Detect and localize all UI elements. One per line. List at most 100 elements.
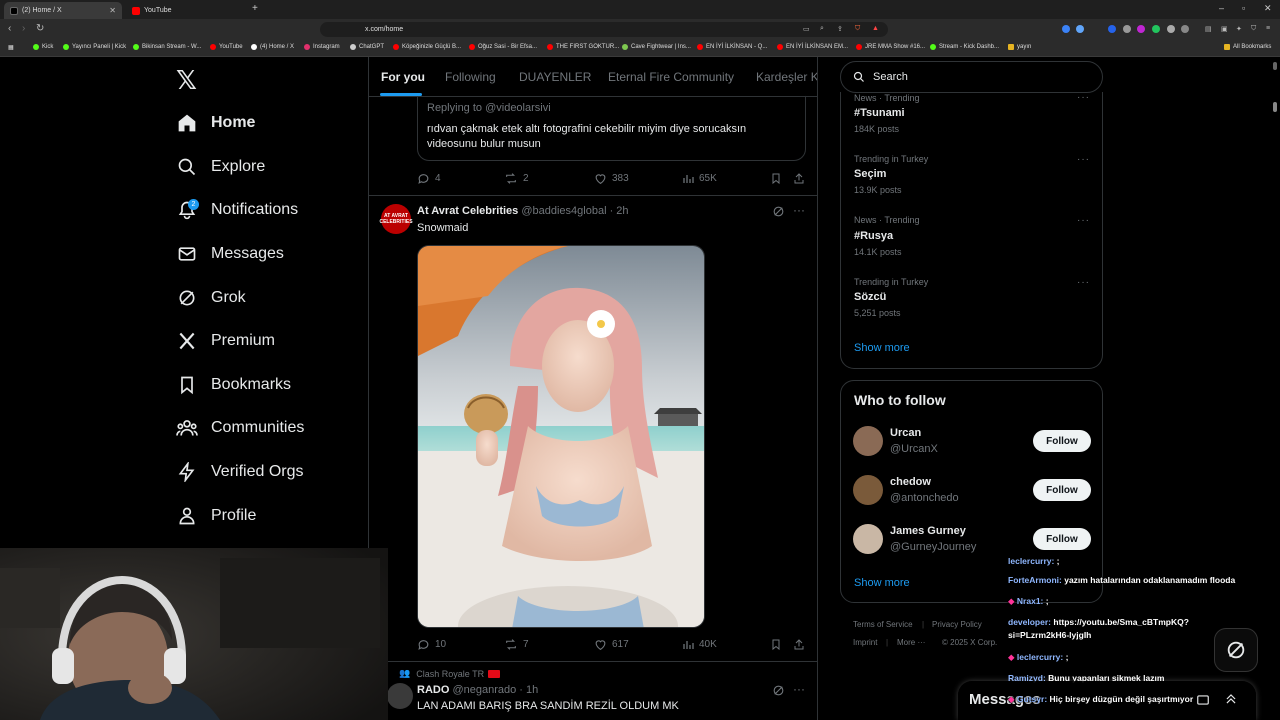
nav-home[interactable]: Home [176,108,255,138]
apps-icon[interactable]: ▦ [8,44,14,51]
terms-link[interactable]: Terms of Service [853,620,913,629]
bookmark-item[interactable]: Cave Fightwear | Ins... [622,44,691,50]
more-options-icon[interactable]: ··· [1077,92,1090,103]
bookmark-item[interactable]: THE FIRST GOKTUR... [547,44,619,50]
minimize-icon[interactable]: – [1219,3,1224,13]
search-input[interactable]: Search [840,61,1103,93]
bookmark-item[interactable]: Yayıncı Paneli | Kick [63,44,126,50]
extension-icon[interactable] [1167,25,1175,33]
extension-icon[interactable] [1152,25,1160,33]
bookmark-item[interactable]: (4) Home / X [251,44,294,50]
repost-button[interactable]: 7 [504,638,529,651]
rewards-icon[interactable]: ▲ [872,25,879,32]
chevron-up-icon[interactable] [1224,691,1238,707]
nav-bookmarks[interactable]: Bookmarks [176,370,291,400]
post-image[interactable] [417,245,705,628]
follow-button[interactable]: Follow [1033,479,1091,501]
user-name[interactable]: chedow [890,476,931,488]
avatar[interactable] [853,475,883,505]
extension-icon[interactable] [1076,25,1084,33]
share-icon[interactable] [793,638,805,651]
new-tab-button[interactable]: + [252,3,258,14]
browser-tab-youtube[interactable]: YouTube [126,2,244,19]
community-name[interactable]: Clash Royale TR [416,669,484,679]
social-context[interactable]: 👥 Clash Royale TR [399,668,501,679]
share-icon[interactable] [793,172,805,185]
bookmark-item[interactable]: Instagram [304,44,340,50]
bookmark-item[interactable]: Oğuz Sasi - Bir Efsa... [469,44,537,50]
extension-icon[interactable] [1137,25,1145,33]
grok-icon[interactable] [772,684,785,697]
author-handle[interactable]: @neganrado · 1h [452,684,538,696]
trend-name[interactable]: #Tsunami [854,107,905,119]
user-handle[interactable]: @UrcanX [890,443,938,455]
extension-icon[interactable] [1123,25,1131,33]
extension-icon[interactable] [1108,25,1116,33]
bookmark-item[interactable]: Köpeğinizle Güçlü B... [393,44,461,50]
cast-icon[interactable]: ▭ [803,25,810,33]
nav-notifications[interactable]: 2 Notifications [176,195,298,225]
avatar[interactable]: AT AVRAT CELEBRITIES [379,204,413,234]
nav-premium[interactable]: Premium [176,326,275,356]
avatar[interactable] [387,683,413,709]
show-more-follow[interactable]: Show more [854,577,910,589]
follow-button[interactable]: Follow [1033,528,1091,550]
nav-explore[interactable]: Explore [176,152,265,182]
trend-name[interactable]: #Rusya [854,230,893,242]
avatar[interactable] [853,524,883,554]
new-message-icon[interactable] [1196,693,1210,707]
sidebar-toggle-icon[interactable]: ▤ [1205,25,1212,33]
maximize-icon[interactable]: ▫ [1242,3,1245,13]
follow-button[interactable]: Follow [1033,430,1091,452]
more-options-icon[interactable]: ··· [1077,277,1090,288]
like-button[interactable]: 383 [594,172,629,185]
reply-button[interactable]: 4 [417,172,441,185]
nav-communities[interactable]: Communities [176,413,304,443]
more-options-icon[interactable]: ··· [1077,154,1090,165]
nav-messages[interactable]: Messages [176,239,284,269]
bookmark-item[interactable]: JRE MMA Show #16... [856,44,925,50]
extension-icon[interactable] [1062,25,1070,33]
user-name[interactable]: James Gurney [890,525,966,537]
reload-icon[interactable]: ↻ [36,23,44,34]
scroll-up-arrow[interactable] [1273,62,1277,70]
author-handle[interactable]: @baddies4global · 2h [521,205,628,217]
trend-name[interactable]: Seçim [854,168,886,180]
more-options-icon[interactable]: ··· [1077,215,1090,226]
tab-for-you[interactable]: For you [381,70,425,84]
browser-tab-x[interactable]: (2) Home / X ✕ [4,2,122,19]
bookmark-item[interactable]: Bikinsan Stream - W... [133,44,201,50]
bookmark-folder[interactable]: yayın [1008,44,1031,50]
like-button[interactable]: 617 [594,638,629,651]
bookmark-item[interactable]: Stream - Kick Dashb... [930,44,999,50]
user-name[interactable]: Urcan [890,427,921,439]
menu-icon[interactable]: ≡ [1266,25,1270,32]
close-icon[interactable]: ✕ [109,6,116,15]
bookmark-item[interactable]: YouTube [210,44,243,50]
tab-duayenler[interactable]: DUAYENLER [519,70,591,84]
page-scrollbar[interactable] [1272,58,1278,720]
vpn-icon[interactable]: ⛉ [1251,25,1256,33]
nav-grok[interactable]: Grok [176,283,246,313]
scroll-thumb[interactable] [1273,102,1277,112]
user-handle[interactable]: @GurneyJourney [890,541,976,553]
views-button[interactable]: 40K [682,638,717,651]
imprint-link[interactable]: Imprint [853,638,877,647]
reply-button[interactable]: 10 [417,638,446,651]
forward-icon[interactable]: › [22,23,25,34]
more-link[interactable]: More ··· [897,638,925,647]
tab-kardesler[interactable]: Kardeşler K [756,70,817,84]
tab-eternal-fire-community[interactable]: Eternal Fire Community [608,70,734,84]
author-name[interactable]: RADO [417,684,449,696]
x-logo-icon[interactable]: 𝕏 [176,65,197,96]
quoted-post[interactable]: Replying to @videolarsivi rıdvan çakmak … [417,95,806,161]
share-icon[interactable]: ⇪ [837,25,843,33]
more-options-icon[interactable]: ··· [793,203,805,217]
nav-profile[interactable]: Profile [176,501,256,531]
bookmark-item[interactable]: ChatGPT [350,44,384,50]
bookmark-item[interactable]: EN İYİ İLKİNSAN EM... [777,44,848,50]
all-bookmarks[interactable]: All Bookmarks [1224,44,1271,50]
trend-name[interactable]: Sözcü [854,291,886,303]
grok-button[interactable] [1214,628,1258,672]
user-handle[interactable]: @antonchedo [890,492,959,504]
